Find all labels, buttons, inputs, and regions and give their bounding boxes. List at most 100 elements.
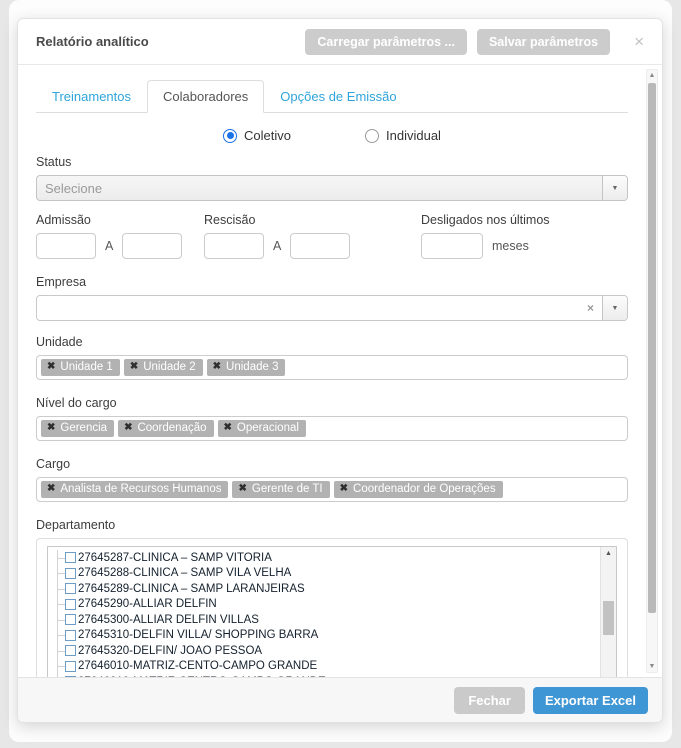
tag-unidade-2: ✖Unidade 2 — [124, 359, 203, 376]
rescisao-from-input[interactable] — [204, 233, 264, 259]
report-modal: Relatório analítico Carregar parâmetros … — [17, 18, 663, 723]
rescisao-label: Rescisão — [204, 213, 369, 227]
tree-item[interactable]: 27645290-ALLIAR DELFIN — [53, 597, 596, 613]
empresa-clear-icon[interactable]: × — [579, 301, 602, 315]
rescisao-separator: A — [273, 239, 281, 253]
unidade-tag-input[interactable]: ✖Unidade 1 ✖Unidade 2 ✖ Unidade 3 — [36, 355, 628, 380]
tag-gerencia: ✖ Gerencia — [41, 420, 114, 437]
remove-tag-icon[interactable]: ✖ — [238, 484, 246, 494]
radio-coletivo-label: Coletivo — [244, 128, 291, 143]
tag-label: Gerente de TI — [252, 483, 323, 495]
remove-tag-icon[interactable]: ✖ — [340, 484, 348, 494]
item-checkbox[interactable] — [65, 583, 76, 594]
cargo-tag-input[interactable]: ✖Analista de Recursos Humanos ✖ Gerente d… — [36, 477, 628, 502]
admissao-separator: A — [105, 239, 113, 253]
empresa-dropdown-button[interactable]: ▼ — [602, 296, 627, 320]
admissao-from-input[interactable] — [36, 233, 96, 259]
tab-colaboradores[interactable]: Colaboradores — [147, 80, 264, 113]
remove-tag-icon[interactable]: ✖ — [213, 362, 221, 372]
desligados-group: Desligados nos últimos meses — [421, 203, 550, 259]
tag-label: Coordenação — [137, 422, 206, 434]
tag-unidade-3: ✖ Unidade 3 — [207, 359, 286, 376]
tree-item[interactable]: 27645288-CLINICA – SAMP VILA VELHA — [53, 566, 596, 582]
desligados-input[interactable] — [421, 233, 483, 259]
close-icon[interactable]: × — [634, 33, 644, 50]
remove-tag-icon[interactable]: ✖ — [47, 423, 55, 433]
item-label: 27645288-CLINICA – SAMP VILA VELHA — [78, 567, 291, 579]
departamento-tree-list[interactable]: 27645287-CLINICA – SAMP VITORIA 27645288… — [47, 546, 617, 677]
admissao-group: Admissão A — [36, 203, 186, 259]
remove-tag-icon[interactable]: ✖ — [47, 484, 55, 494]
tab-opcoes-emissao[interactable]: Opções de Emissão — [264, 80, 412, 113]
scrollbar-thumb[interactable] — [603, 601, 614, 635]
status-select[interactable]: Selecione ▼ — [36, 175, 628, 201]
status-label: Status — [36, 155, 628, 169]
item-checkbox[interactable] — [65, 661, 76, 672]
tree-item[interactable]: 27646010-MATRIZ-CENTO-CAMPO GRANDE — [53, 659, 596, 675]
tag-label: Unidade 3 — [226, 361, 278, 373]
nivel-cargo-tag-input[interactable]: ✖ Gerencia ✖ Coordenação ✖ Operacional — [36, 416, 628, 441]
tag-unidade-1: ✖Unidade 1 — [41, 359, 120, 376]
item-checkbox[interactable] — [65, 568, 76, 579]
item-checkbox[interactable] — [65, 599, 76, 610]
tree-connector — [53, 581, 65, 597]
close-button[interactable]: Fechar — [454, 687, 525, 714]
item-label: 27645287-CLINICA – SAMP VITORIA — [78, 552, 272, 564]
scroll-down-icon[interactable]: ▼ — [647, 663, 657, 670]
modal-header: Relatório analítico Carregar parâmetros … — [18, 19, 662, 65]
chevron-down-icon: ▼ — [612, 305, 619, 312]
tree-connector — [53, 659, 65, 675]
header-actions: Carregar parâmetros ... Salvar parâmetro… — [305, 29, 644, 55]
tree-item[interactable]: 27646010-MATRIZ-CENTRO-CAMPO GRANDE — [53, 674, 596, 677]
scrollbar-thumb[interactable] — [648, 83, 656, 613]
item-label: 27646010-MATRIZ-CENTO-CAMPO GRANDE — [78, 660, 317, 672]
modal-body-scrollbar[interactable]: ▲ ▼ — [646, 69, 658, 673]
tag-coordenador-operacoes: ✖ Coordenador de Operações — [334, 481, 503, 498]
admissao-to-input[interactable] — [122, 233, 182, 259]
item-checkbox[interactable] — [65, 614, 76, 625]
departamento-scrollbar[interactable]: ▲ ▼ — [600, 547, 616, 677]
remove-tag-icon[interactable]: ✖ — [124, 423, 132, 433]
tag-gerente-ti: ✖ Gerente de TI — [232, 481, 329, 498]
tab-treinamentos[interactable]: Treinamentos — [36, 80, 147, 113]
tree-item[interactable]: 27645287-CLINICA – SAMP VITORIA — [53, 550, 596, 566]
export-excel-button[interactable]: Exportar Excel — [533, 687, 648, 714]
tree-item[interactable]: 27645310-DELFIN VILLA/ SHOPPING BARRA — [53, 628, 596, 644]
remove-tag-icon[interactable]: ✖ — [130, 362, 138, 372]
item-checkbox[interactable] — [65, 676, 76, 677]
modal-footer: Fechar Exportar Excel — [18, 677, 662, 722]
modal-title: Relatório analítico — [36, 34, 149, 49]
item-label: 27646010-MATRIZ-CENTRO-CAMPO GRANDE — [78, 676, 326, 677]
tag-operacional: ✖ Operacional — [218, 420, 306, 437]
radio-coletivo-control[interactable] — [223, 129, 237, 143]
desligados-suffix: meses — [492, 239, 529, 253]
remove-tag-icon[interactable]: ✖ — [224, 423, 232, 433]
empresa-combobox[interactable]: × ▼ — [36, 295, 628, 321]
tag-label: Operacional — [237, 422, 299, 434]
remove-tag-icon[interactable]: ✖ — [47, 362, 55, 372]
save-parameters-button[interactable]: Salvar parâmetros — [477, 29, 610, 55]
unidade-label: Unidade — [36, 335, 628, 349]
item-label: 27645300-ALLIAR DELFIN VILLAS — [78, 614, 259, 626]
departamento-panel: 27645287-CLINICA – SAMP VITORIA 27645288… — [36, 538, 628, 677]
scroll-up-icon[interactable]: ▲ — [647, 72, 657, 79]
scroll-up-icon[interactable]: ▲ — [601, 550, 616, 557]
tree-item[interactable]: 27645289-CLINICA – SAMP LARANJEIRAS — [53, 581, 596, 597]
tag-analista-rh: ✖Analista de Recursos Humanos — [41, 481, 228, 498]
tree-connector — [53, 612, 65, 628]
load-parameters-button[interactable]: Carregar parâmetros ... — [305, 29, 467, 55]
item-checkbox[interactable] — [65, 630, 76, 641]
tag-label: Coordenador de Operações — [353, 483, 496, 495]
tab-bar: Treinamentos Colaboradores Opções de Emi… — [36, 79, 628, 113]
radio-individual[interactable]: Individual — [365, 128, 441, 143]
status-dropdown-button[interactable]: ▼ — [602, 176, 627, 200]
item-checkbox[interactable] — [65, 645, 76, 656]
rescisao-to-input[interactable] — [290, 233, 350, 259]
radio-individual-control[interactable] — [365, 129, 379, 143]
chevron-down-icon: ▼ — [612, 185, 619, 192]
item-checkbox[interactable] — [65, 552, 76, 563]
radio-coletivo[interactable]: Coletivo — [223, 128, 291, 143]
tag-label: Gerencia — [60, 422, 107, 434]
tree-item[interactable]: 27645300-ALLIAR DELFIN VILLAS — [53, 612, 596, 628]
tree-item[interactable]: 27645320-DELFIN/ JOAO PESSOA — [53, 643, 596, 659]
